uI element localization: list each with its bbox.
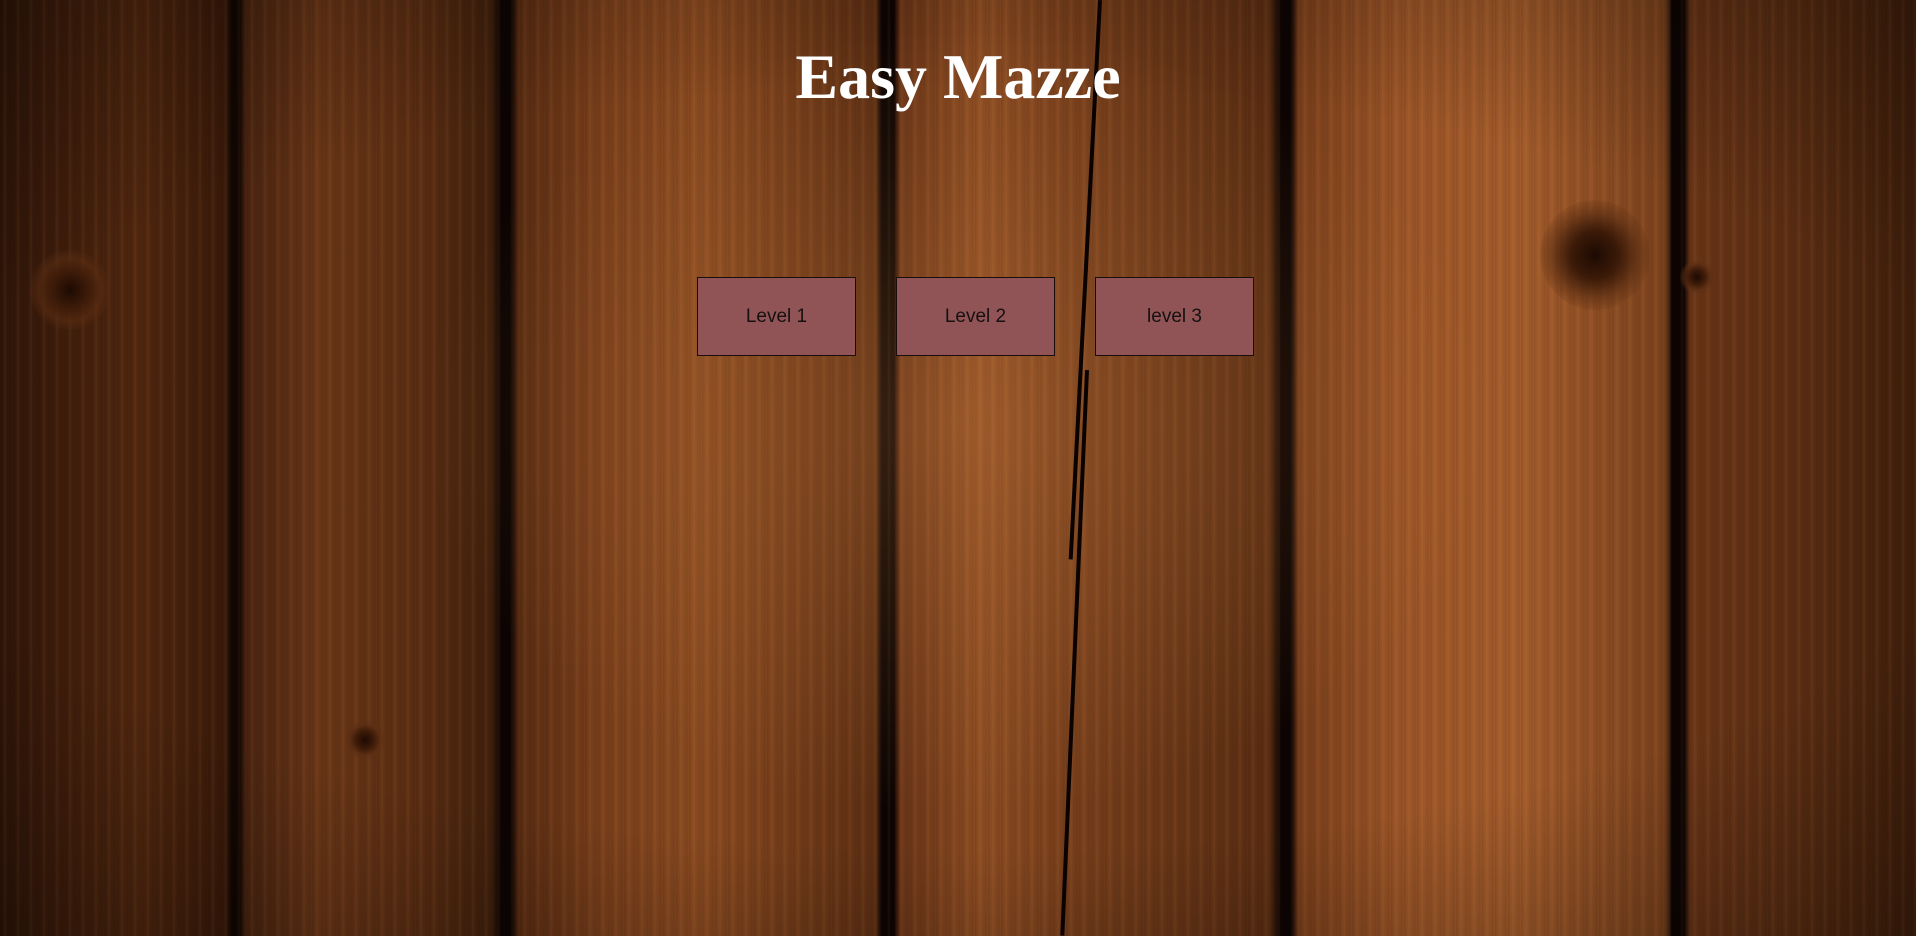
- level-selector: Level 1 Level 2 level 3: [697, 277, 1254, 356]
- level-3-button[interactable]: level 3: [1095, 277, 1254, 356]
- wood-knot: [1540, 200, 1650, 310]
- wood-knot: [30, 250, 110, 330]
- page-title: Easy Mazze: [795, 41, 1121, 112]
- wood-knot: [1680, 260, 1714, 294]
- wood-knot: [345, 720, 385, 760]
- level-1-button[interactable]: Level 1: [697, 277, 856, 356]
- level-2-button[interactable]: Level 2: [896, 277, 1055, 356]
